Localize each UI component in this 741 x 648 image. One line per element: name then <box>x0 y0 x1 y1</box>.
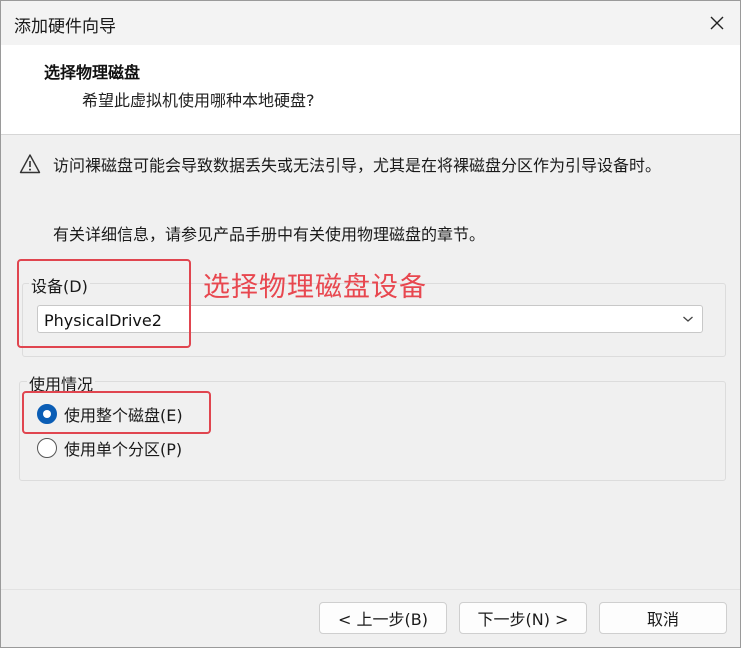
add-hardware-wizard-window: 添加硬件向导 选择物理磁盘 希望此虚拟机使用哪种本地硬盘? 访问裸磁盘可能会导致… <box>0 0 741 648</box>
info-text: 有关详细信息，请参见产品手册中有关使用物理磁盘的章节。 <box>53 225 486 244</box>
title-bar: 添加硬件向导 <box>1 1 740 45</box>
window-title: 添加硬件向导 <box>14 17 116 37</box>
close-button[interactable] <box>694 1 740 45</box>
close-icon <box>710 16 724 30</box>
radio-use-single-partition[interactable]: 使用单个分区(P) <box>37 436 182 460</box>
annotation-box-device <box>17 259 191 348</box>
cancel-button[interactable]: 取消 <box>599 602 727 634</box>
warning-text: 访问裸磁盘可能会导致数据丢失或无法引导，尤其是在将裸磁盘分区作为引导设备时。 <box>53 156 662 175</box>
annotation-text: 选择物理磁盘设备 <box>203 272 427 303</box>
page-title: 选择物理磁盘 <box>44 63 141 82</box>
back-button[interactable]: < 上一步(B) <box>319 602 447 634</box>
radio-unchecked-icon <box>37 438 57 458</box>
page-subtitle: 希望此虚拟机使用哪种本地硬盘? <box>82 91 315 110</box>
next-button[interactable]: 下一步(N) > <box>459 602 587 634</box>
annotation-box-entire-disk <box>22 391 211 434</box>
radio-label: 使用单个分区(P) <box>64 440 183 459</box>
warning-triangle-icon <box>19 154 41 174</box>
wizard-header: 选择物理磁盘 希望此虚拟机使用哪种本地硬盘? <box>1 45 740 135</box>
chevron-down-icon <box>683 316 693 322</box>
